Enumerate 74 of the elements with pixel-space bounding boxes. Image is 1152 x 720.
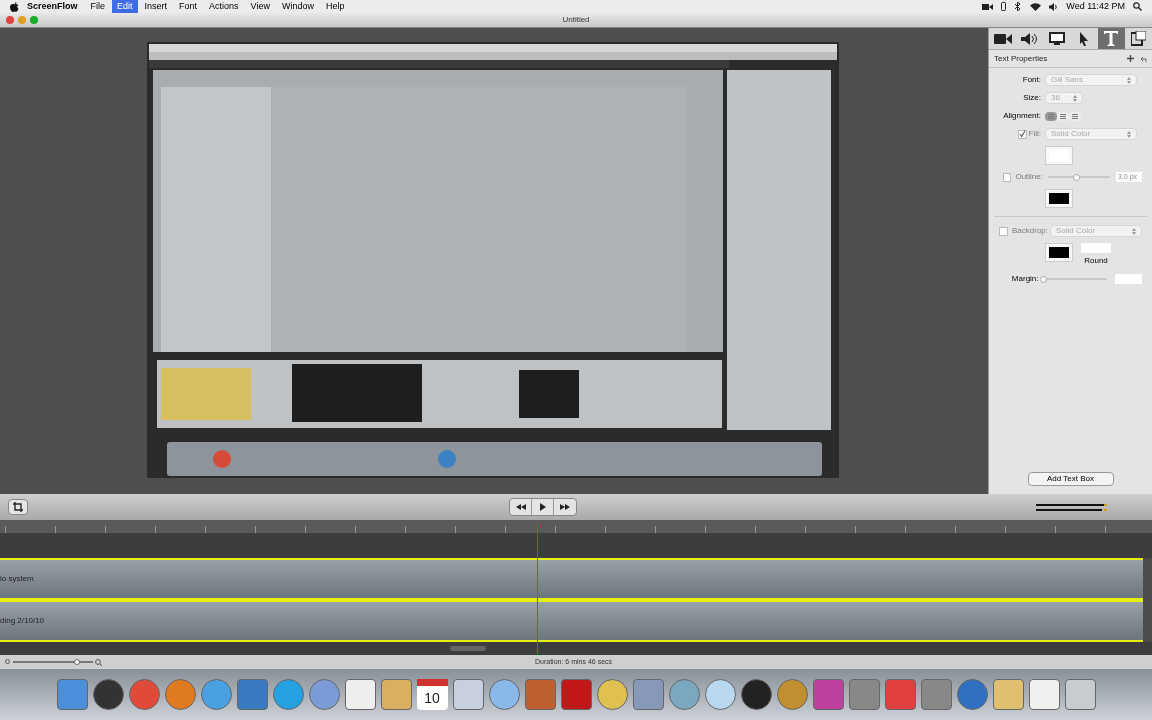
close-button[interactable] xyxy=(6,16,14,24)
zoom-in-icon[interactable] xyxy=(95,658,102,666)
menu-item[interactable]: Window xyxy=(276,0,319,13)
field-label: Backdrop: xyxy=(1012,225,1046,237)
field-label: Outline: xyxy=(1015,171,1044,183)
menu-item[interactable]: Font xyxy=(174,0,203,13)
calendar-icon[interactable]: 10 xyxy=(416,679,448,710)
menu-item[interactable]: View xyxy=(245,0,275,13)
checkbox[interactable] xyxy=(1003,172,1012,182)
search-icon[interactable] xyxy=(1133,2,1142,11)
menu-item[interactable]: Insert xyxy=(139,0,173,13)
timeline-track[interactable]: io system xyxy=(0,558,1143,600)
track-label: ding 2/10/10 xyxy=(0,615,45,627)
rewind-icon xyxy=(515,504,526,510)
plus-icon[interactable] xyxy=(1127,55,1134,62)
slider-thumb[interactable] xyxy=(74,659,80,665)
horizontal-scrollbar[interactable] xyxy=(0,642,1152,655)
app-menu[interactable]: ScreenFlow xyxy=(21,0,84,14)
align-button[interactable] xyxy=(1045,111,1057,121)
outline-slider[interactable] xyxy=(1047,173,1111,181)
calendar-day: 10 xyxy=(416,686,448,710)
stepper-icon xyxy=(1073,94,1077,102)
undo-icon[interactable] xyxy=(1140,55,1147,62)
align-button[interactable] xyxy=(1069,111,1081,121)
menu-clock[interactable]: Wed 11:42 PM xyxy=(1066,0,1125,14)
menu-item[interactable]: File xyxy=(85,0,111,13)
crop-icon xyxy=(13,502,23,512)
color-swatch[interactable] xyxy=(1045,243,1073,262)
video-camera-icon xyxy=(993,32,1012,45)
pointer-icon xyxy=(1079,31,1090,46)
bluetooth-icon[interactable] xyxy=(1014,2,1023,11)
color-swatch[interactable] xyxy=(1045,189,1073,208)
slider-thumb[interactable] xyxy=(1039,275,1047,283)
stepper-icon xyxy=(1127,130,1131,138)
crop-button[interactable] xyxy=(8,499,28,515)
margin-field[interactable] xyxy=(1115,274,1142,284)
field-label: Alignment: xyxy=(1002,110,1041,122)
checkbox[interactable] xyxy=(1017,129,1027,139)
zoom-out-icon[interactable] xyxy=(5,659,11,665)
speaker-icon xyxy=(1020,32,1039,45)
field-label: Round xyxy=(1084,255,1108,267)
margin-slider[interactable] xyxy=(1042,275,1108,283)
color-swatch[interactable] xyxy=(1045,146,1073,165)
track-label: io system xyxy=(0,573,34,585)
annotation-icon xyxy=(1130,31,1146,46)
stepper-icon xyxy=(1132,227,1136,235)
camera-icon[interactable] xyxy=(982,2,994,11)
field-label: Margin: xyxy=(1010,273,1039,285)
corner-field[interactable] xyxy=(1081,243,1111,253)
field-label: Fill: xyxy=(1028,128,1041,140)
field-label: Size: xyxy=(1022,92,1041,104)
window-title: Untitled xyxy=(562,14,590,26)
zoom-slider[interactable] xyxy=(13,659,93,665)
text-icon xyxy=(1104,31,1119,46)
fast-forward-icon xyxy=(560,504,570,510)
menu-item[interactable]: Edit xyxy=(112,0,138,13)
phone-icon[interactable] xyxy=(1001,2,1007,11)
apple-icon[interactable] xyxy=(10,1,19,12)
panel-title: Text Properties xyxy=(994,52,1048,65)
monitor-icon xyxy=(1048,31,1065,46)
menu-item[interactable]: Help xyxy=(320,0,350,13)
timeline-track[interactable]: ding 2/10/10 xyxy=(0,600,1143,642)
align-button[interactable] xyxy=(1057,111,1069,121)
slider-thumb[interactable] xyxy=(1072,173,1080,181)
volume-icon[interactable] xyxy=(1049,2,1059,11)
field-label: Font: xyxy=(1021,74,1041,86)
wifi-icon[interactable] xyxy=(1030,2,1042,11)
checkbox[interactable] xyxy=(999,226,1008,236)
play-icon xyxy=(539,503,546,511)
add-text-box-button[interactable]: Add Text Box xyxy=(1027,472,1114,486)
menu-item[interactable]: Actions xyxy=(204,0,244,13)
stepper-icon xyxy=(1127,76,1131,84)
audio-level-meter-icon xyxy=(1036,502,1108,512)
zoom-button[interactable] xyxy=(30,16,38,24)
